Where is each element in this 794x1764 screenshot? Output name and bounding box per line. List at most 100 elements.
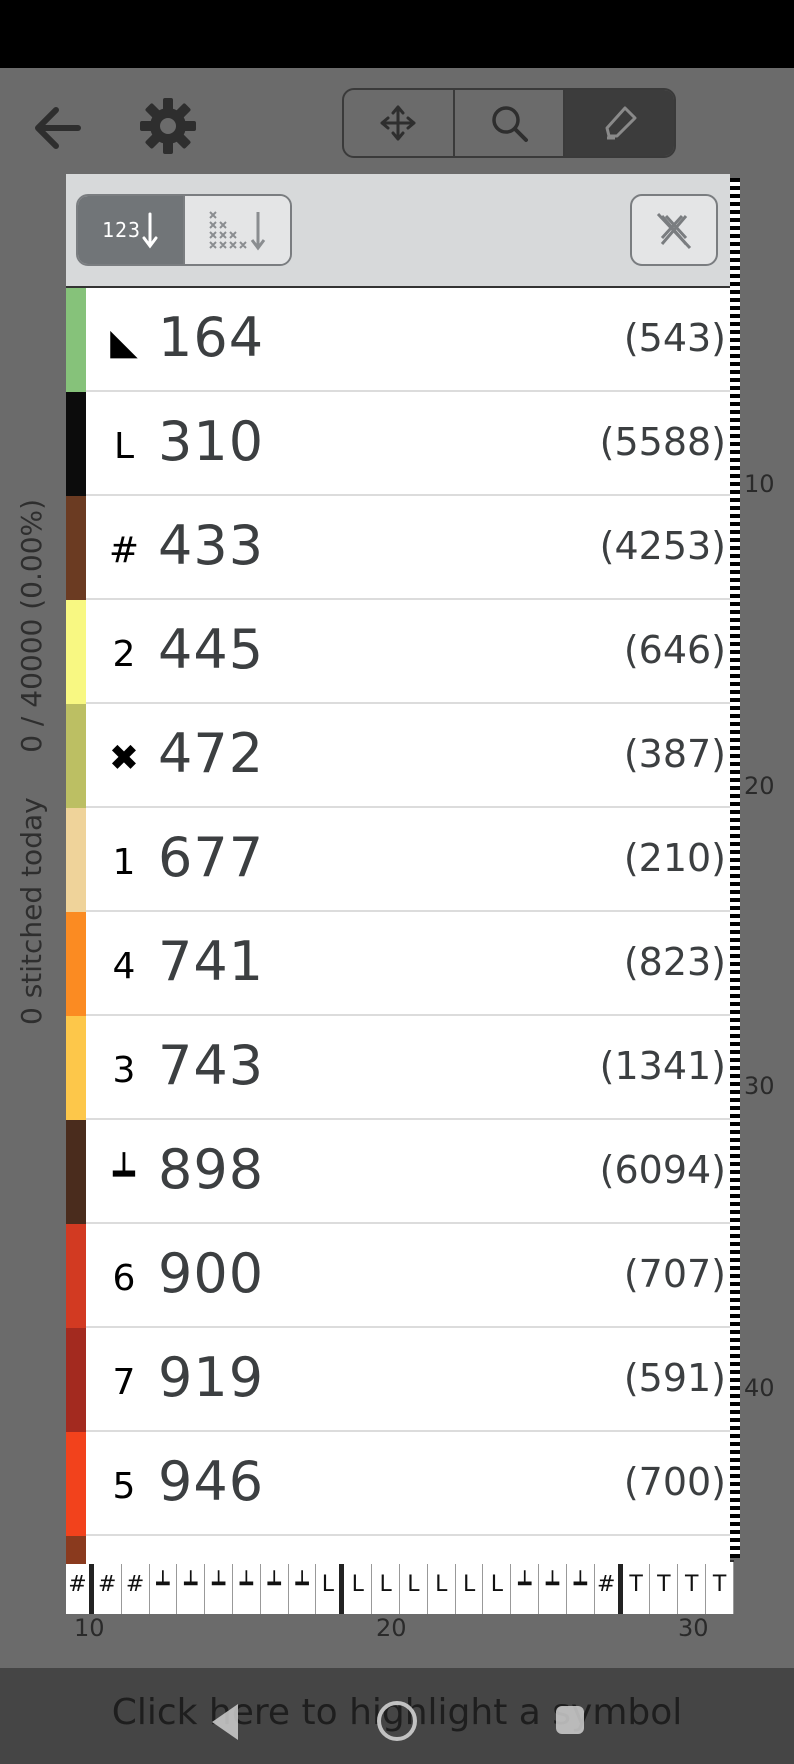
sort-by-number-button[interactable]: 123 <box>78 196 183 264</box>
grid-cell: ┷ <box>150 1562 178 1614</box>
color-swatch <box>66 1016 86 1120</box>
move-mode-button[interactable] <box>344 90 455 156</box>
arrow-down-icon <box>142 212 158 249</box>
color-swatch <box>66 600 86 704</box>
thread-code: 946 <box>158 1450 265 1513</box>
system-nav-bar <box>0 1698 794 1746</box>
stitch-count: (5588) <box>599 420 726 464</box>
thread-row[interactable]: ✖ 472 (387) <box>66 704 730 808</box>
grid-cell: ┷ <box>567 1562 595 1614</box>
stitch-count: (646) <box>623 628 726 672</box>
grid-cell: L <box>316 1562 345 1614</box>
thread-symbol: ◣ <box>110 321 138 363</box>
thread-code: 310 <box>158 410 265 473</box>
color-swatch <box>66 1536 86 1564</box>
color-swatch <box>66 1328 86 1432</box>
color-swatch <box>66 1120 86 1224</box>
highlight-mode-button[interactable] <box>565 90 674 156</box>
grid-cell: T <box>650 1562 679 1614</box>
grid-cell: T <box>623 1562 651 1614</box>
thread-code: 743 <box>158 1034 265 1097</box>
stitch-count: (543) <box>623 316 726 360</box>
thread-symbol: ┷ <box>113 1153 135 1195</box>
thread-code: 898 <box>158 1138 265 1201</box>
thread-row[interactable]: 3 743 (1341) <box>66 1016 730 1120</box>
thread-row[interactable]: ◣ 164 (543) <box>66 288 730 392</box>
nav-recents-icon[interactable] <box>552 1702 588 1738</box>
grid-cell: L <box>483 1562 512 1614</box>
stitch-count: (700) <box>623 1460 726 1504</box>
thread-row[interactable]: L 310 (5588) <box>66 392 730 496</box>
stitch-count: (4253) <box>599 524 726 568</box>
thread-row[interactable]: 1 677 (210) <box>66 808 730 912</box>
nav-back-icon[interactable] <box>206 1700 242 1744</box>
clear-stitch-icon <box>656 212 692 250</box>
clear-highlight-button[interactable] <box>630 194 718 266</box>
ruler-label-bottom: 10 <box>74 1614 105 1642</box>
zoom-mode-button[interactable] <box>455 90 566 156</box>
thread-list-panel: 123 ◣ 164 (543) L 310 (5588) # 433 (4253… <box>66 174 730 1564</box>
status-bar <box>0 0 794 68</box>
thread-row-partial <box>66 1536 730 1564</box>
thread-row[interactable]: 5 946 (700) <box>66 1432 730 1536</box>
magnifier-icon <box>492 106 528 142</box>
mode-toggle-group <box>342 88 676 158</box>
thread-row[interactable]: ┷ 898 (6094) <box>66 1120 730 1224</box>
ruler-label-right: 20 <box>744 772 775 800</box>
grid-cell: ┷ <box>511 1562 540 1614</box>
color-swatch <box>66 496 86 600</box>
color-swatch <box>66 392 86 496</box>
thread-symbol: 7 <box>112 1361 136 1403</box>
nav-home-icon[interactable] <box>374 1698 420 1744</box>
stitch-count: (387) <box>623 732 726 776</box>
thread-symbol: 1 <box>112 841 136 883</box>
thread-row[interactable]: 6 900 (707) <box>66 1224 730 1328</box>
stitch-count-sort-icon <box>208 211 265 251</box>
grid-cell: # <box>595 1562 623 1614</box>
color-swatch <box>66 288 86 392</box>
grid-cell: L <box>344 1562 373 1614</box>
thread-code: 741 <box>158 930 265 993</box>
grid-cell: ┷ <box>177 1562 206 1614</box>
sort-toggle-group: 123 <box>76 194 292 266</box>
thread-code: 164 <box>158 306 265 369</box>
gear-icon <box>140 98 196 154</box>
stitch-count: (591) <box>623 1356 726 1400</box>
thread-symbol: L <box>113 425 135 467</box>
settings-button[interactable] <box>136 94 200 158</box>
grid-cell: L <box>372 1562 400 1614</box>
grid-cell: L <box>428 1562 456 1614</box>
thread-symbol: 4 <box>112 945 136 987</box>
grid-cell: L <box>456 1562 484 1614</box>
thread-row[interactable]: 2 445 (646) <box>66 600 730 704</box>
thread-row[interactable]: 7 919 (591) <box>66 1328 730 1432</box>
grid-cell: # <box>94 1562 122 1614</box>
grid-cell: # <box>66 1562 94 1614</box>
sort-by-count-button[interactable] <box>183 196 290 264</box>
back-button[interactable] <box>28 98 88 158</box>
thread-code: 445 <box>158 618 265 681</box>
stitched-today-label: 0 stitched today <box>15 797 48 1025</box>
thread-list: ◣ 164 (543) L 310 (5588) #433 (4253) 2 445 (646) ✖ 4… <box>66 288 730 1564</box>
ruler-label-right: 10 <box>744 470 775 498</box>
ruler-label-right: 40 <box>744 1374 775 1402</box>
top-toolbar <box>0 68 794 178</box>
thread-symbol: 6 <box>112 1257 136 1299</box>
thread-symbol: # <box>108 529 140 571</box>
progress-total-label: 0 / 40000 (0.00%) <box>15 498 48 753</box>
color-swatch <box>66 808 86 912</box>
grid-cell: T <box>678 1562 707 1614</box>
stitch-count: (707) <box>623 1252 726 1296</box>
panel-header: 123 <box>66 174 730 288</box>
move-arrows-icon <box>380 105 416 141</box>
thread-symbol: 5 <box>112 1465 136 1507</box>
thread-row[interactable]: #433 (4253) <box>66 496 730 600</box>
color-swatch <box>66 704 86 808</box>
grid-cell: ┷ <box>261 1562 289 1614</box>
stitch-count: (210) <box>623 836 726 880</box>
color-swatch <box>66 912 86 1016</box>
ruler-label-bottom: 30 <box>678 1614 709 1642</box>
grid-cell: ┷ <box>233 1562 261 1614</box>
thread-row[interactable]: 4 741 (823) <box>66 912 730 1016</box>
pattern-grid-strip[interactable]: # # # ┷ ┷ ┷ ┷ ┷ ┷ L L L L L L L ┷ ┷ ┷ # T T T T <box>66 1560 734 1614</box>
